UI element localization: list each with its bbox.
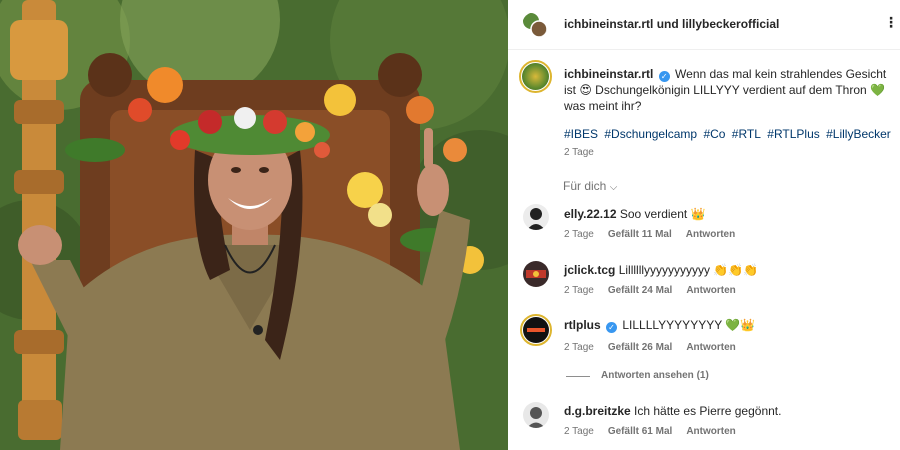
verified-badge-icon: ✓	[606, 322, 618, 333]
hashtag-link[interactable]: #Co	[703, 127, 725, 141]
comment-text: Lillllllyyyyyyyyyyy 👏👏👏	[618, 263, 759, 277]
post-image[interactable]	[0, 0, 508, 450]
comment-meta: 2 Tage Gefällt 11 Mal Antworten	[564, 229, 735, 240]
comment-reply-button[interactable]: Antworten	[686, 285, 735, 296]
comments-panel: ichbineinstar.rtl und lillybeckerofficia…	[508, 0, 900, 450]
comment-time[interactable]: 2 Tage	[564, 229, 594, 240]
hashtag-link[interactable]: #IBES	[564, 127, 598, 141]
header-accounts[interactable]: ichbineinstar.rtl und lillybeckerofficia…	[564, 17, 779, 31]
hashtag-link[interactable]: #RTLPlus	[767, 127, 819, 141]
hashtag-list: #IBES #Dschungelcamp #Co #RTL #RTLPlus #…	[564, 127, 894, 141]
comment-likes[interactable]: Gefällt 24 Mal	[608, 285, 672, 296]
more-options-icon[interactable]: ⋮	[884, 14, 898, 31]
comment-username[interactable]: d.g.breitzke	[564, 404, 631, 418]
comment-username[interactable]: elly.22.12	[564, 207, 617, 221]
comment-reply-button[interactable]: Antworten	[686, 229, 735, 240]
comment-time[interactable]: 2 Tage	[564, 342, 594, 353]
comment-time[interactable]: 2 Tage	[564, 285, 594, 296]
comment-likes[interactable]: Gefällt 26 Mal	[608, 342, 672, 353]
post-caption: ichbineinstar.rtl ✓ Wenn das mal kein st…	[564, 66, 894, 114]
comment-meta: 2 Tage Gefällt 61 Mal Antworten	[564, 426, 736, 437]
hashtag-link[interactable]: #RTL	[732, 127, 761, 141]
comment-likes[interactable]: Gefällt 61 Mal	[608, 426, 672, 437]
translation-dropdown[interactable]: Für dich ⌵	[563, 179, 617, 193]
hashtag-link[interactable]: #Dschungelcamp	[604, 127, 697, 141]
post-time[interactable]: 2 Tage	[564, 147, 594, 158]
comment-meta: 2 Tage Gefällt 26 Mal Antworten	[564, 342, 736, 353]
view-replies-button[interactable]: Antworten ansehen (1)	[601, 370, 709, 381]
replies-divider	[566, 376, 590, 377]
comment-item: jclick.tcg Lillllllyyyyyyyyyyy 👏👏👏	[564, 263, 758, 277]
verified-badge-icon: ✓	[658, 71, 670, 82]
comment-item: elly.22.12 Soo verdient 👑	[564, 207, 706, 221]
comment-text: LILLLLYYYYYYYY 💚👑	[622, 318, 756, 332]
comment-username[interactable]: jclick.tcg	[564, 263, 615, 277]
comment-likes[interactable]: Gefällt 11 Mal	[608, 229, 672, 240]
caption-username[interactable]: ichbineinstar.rtl	[564, 67, 653, 81]
comment-text: Soo verdient 👑	[619, 207, 706, 221]
translation-label: Für dich	[563, 179, 607, 193]
comment-username[interactable]: rtlplus	[564, 318, 601, 332]
comment-text: Ich hätte es Pierre gegönnt.	[634, 404, 782, 418]
comment-time[interactable]: 2 Tage	[564, 426, 594, 437]
comment-item: rtlplus ✓ LILLLLYYYYYYYY 💚👑	[564, 318, 755, 333]
comment-avatar[interactable]	[523, 261, 549, 287]
comment-meta: 2 Tage Gefällt 24 Mal Antworten	[564, 285, 736, 296]
comment-avatar[interactable]	[520, 314, 552, 346]
comment-reply-button[interactable]: Antworten	[686, 426, 735, 437]
chevron-down-icon: ⌵	[609, 182, 618, 193]
comment-avatar[interactable]	[523, 402, 549, 428]
comment-item: d.g.breitzke Ich hätte es Pierre gegönnt…	[564, 404, 781, 418]
post-photo	[0, 0, 508, 450]
hashtag-link[interactable]: #LillyBecker	[826, 127, 891, 141]
caption-avatar[interactable]	[519, 60, 552, 93]
header-avatar[interactable]	[522, 12, 548, 38]
comment-reply-button[interactable]: Antworten	[686, 342, 735, 353]
post-header: ichbineinstar.rtl und lillybeckerofficia…	[508, 0, 900, 50]
comment-avatar[interactable]	[523, 204, 549, 230]
